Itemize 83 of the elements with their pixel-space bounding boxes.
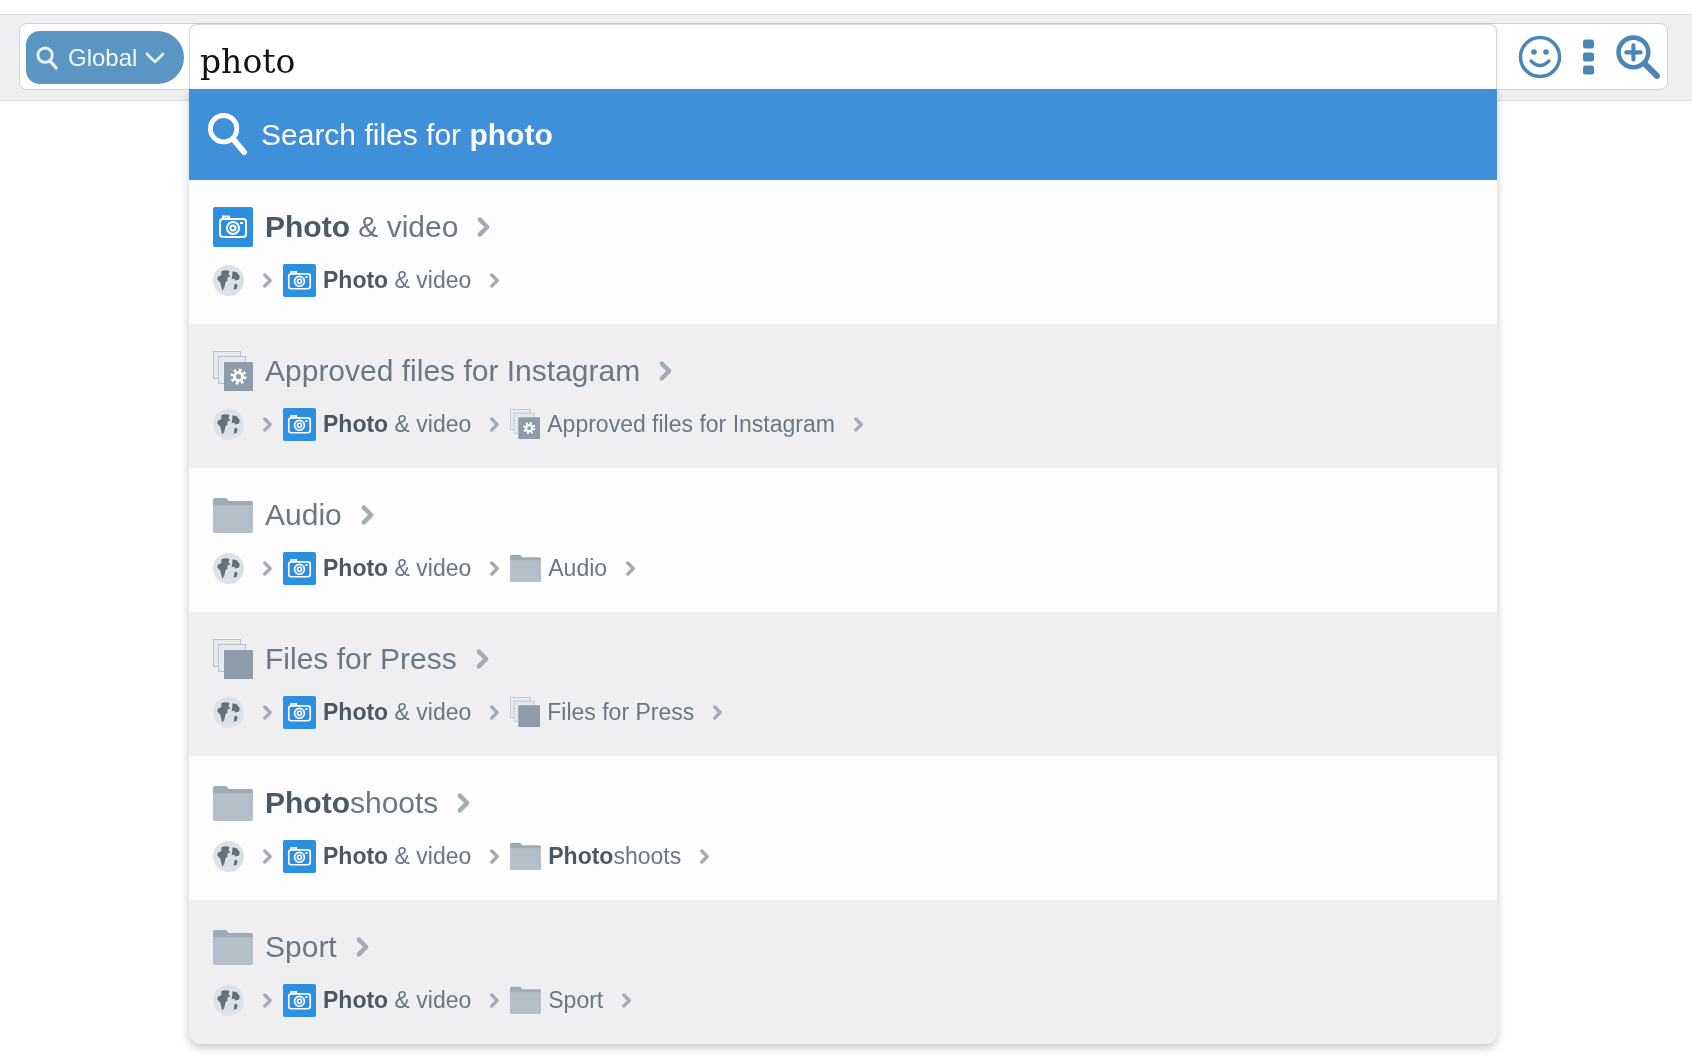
chevron-right-icon <box>699 847 711 865</box>
folder-icon <box>510 554 542 582</box>
chevron-right-icon <box>262 847 273 865</box>
more-options-icon[interactable] <box>1583 38 1594 75</box>
stacked-squares-icon <box>510 697 541 727</box>
chevron-right-icon <box>262 559 273 577</box>
chevron-right-icon <box>262 991 273 1009</box>
breadcrumb-link[interactable] <box>213 696 244 728</box>
camera-icon <box>213 207 253 247</box>
chevron-right-icon <box>489 271 501 289</box>
zoom-in-icon[interactable] <box>1615 34 1660 79</box>
globe-icon <box>213 696 244 728</box>
chevron-right-icon <box>474 648 490 670</box>
result-row[interactable]: Sport Photo & video Sport <box>189 900 1497 1044</box>
search-files-option[interactable]: Search files for photo <box>189 89 1497 180</box>
breadcrumb-link[interactable]: Photo & video <box>283 839 472 873</box>
breadcrumb-link[interactable]: Audio <box>510 554 608 582</box>
result-title[interactable]: Approved files for Instagram <box>265 354 641 388</box>
chevron-right-icon <box>262 703 273 721</box>
camera-icon <box>283 695 316 729</box>
breadcrumb-link[interactable] <box>213 552 244 584</box>
breadcrumb-link[interactable]: Approved files for Instagram <box>510 409 835 439</box>
chevron-right-icon <box>262 271 273 289</box>
chevron-right-icon <box>625 559 637 577</box>
chevron-right-icon <box>621 991 633 1009</box>
result-title[interactable]: Sport <box>265 930 337 964</box>
result-row[interactable]: Photoshoots Photo & video Photoshoots <box>189 756 1497 900</box>
breadcrumb-link[interactable]: Photo & video <box>283 983 472 1017</box>
breadcrumb-link[interactable] <box>213 408 244 440</box>
chevron-right-icon <box>489 847 501 865</box>
breadcrumb-link[interactable] <box>213 840 244 872</box>
camera-icon <box>283 407 316 441</box>
smiley-icon[interactable] <box>1518 34 1562 79</box>
result-row[interactable]: Approved files for Instagram Photo & video Approved files for Instagram <box>189 324 1497 468</box>
folder-icon <box>213 497 253 533</box>
globe-icon <box>213 840 244 872</box>
chevron-right-icon <box>489 559 501 577</box>
stacked-squares-icon <box>213 639 253 679</box>
breadcrumb-link[interactable]: Photoshoots <box>510 842 682 870</box>
breadcrumb-link[interactable]: Photo & video <box>283 407 472 441</box>
search-icon <box>207 112 248 157</box>
chevron-right-icon <box>476 216 492 238</box>
chevron-right-icon <box>489 703 501 721</box>
result-row[interactable]: Files for Press Photo & video Files for Press <box>189 612 1497 756</box>
chevron-right-icon <box>489 415 501 433</box>
breadcrumb-link[interactable]: Photo & video <box>283 695 472 729</box>
search-icon <box>36 45 58 70</box>
chevron-right-icon <box>456 792 472 814</box>
folder-icon <box>510 986 542 1014</box>
camera-icon <box>283 263 316 297</box>
camera-icon <box>283 983 316 1017</box>
breadcrumb-link[interactable] <box>213 984 244 1016</box>
stacked-squares-gear-icon <box>510 409 541 439</box>
chevron-right-icon <box>359 504 375 526</box>
chevron-right-icon <box>712 703 724 721</box>
chevron-right-icon <box>354 936 370 958</box>
search-field[interactable]: photo <box>189 24 1497 89</box>
breadcrumb-link[interactable]: Photo & video <box>283 263 472 297</box>
chevron-right-icon <box>658 360 674 382</box>
result-title[interactable]: Photoshoots <box>265 786 439 820</box>
chevron-right-icon <box>262 415 273 433</box>
camera-icon <box>283 551 316 585</box>
stacked-squares-gear-icon <box>213 351 253 391</box>
chevron-right-icon <box>852 415 864 433</box>
globe-icon <box>213 984 244 1016</box>
result-row[interactable]: Audio Photo & video Audio <box>189 468 1497 612</box>
globe-icon <box>213 552 244 584</box>
globe-icon <box>213 408 244 440</box>
chevron-down-icon <box>145 51 166 64</box>
folder-icon <box>510 842 542 870</box>
camera-icon <box>283 839 316 873</box>
result-row[interactable]: Photo & video Photo & video <box>189 180 1497 324</box>
folder-icon <box>213 929 253 965</box>
breadcrumb-link[interactable]: Files for Press <box>510 697 695 727</box>
chevron-right-icon <box>489 991 501 1009</box>
globe-icon <box>213 264 244 296</box>
folder-icon <box>213 785 253 821</box>
result-title[interactable]: Photo & video <box>265 210 459 244</box>
breadcrumb-link[interactable]: Photo & video <box>283 551 472 585</box>
result-title[interactable]: Files for Press <box>265 642 457 676</box>
result-title[interactable]: Audio <box>265 498 342 532</box>
breadcrumb-link[interactable] <box>213 264 244 296</box>
breadcrumb-link[interactable]: Sport <box>510 986 604 1014</box>
